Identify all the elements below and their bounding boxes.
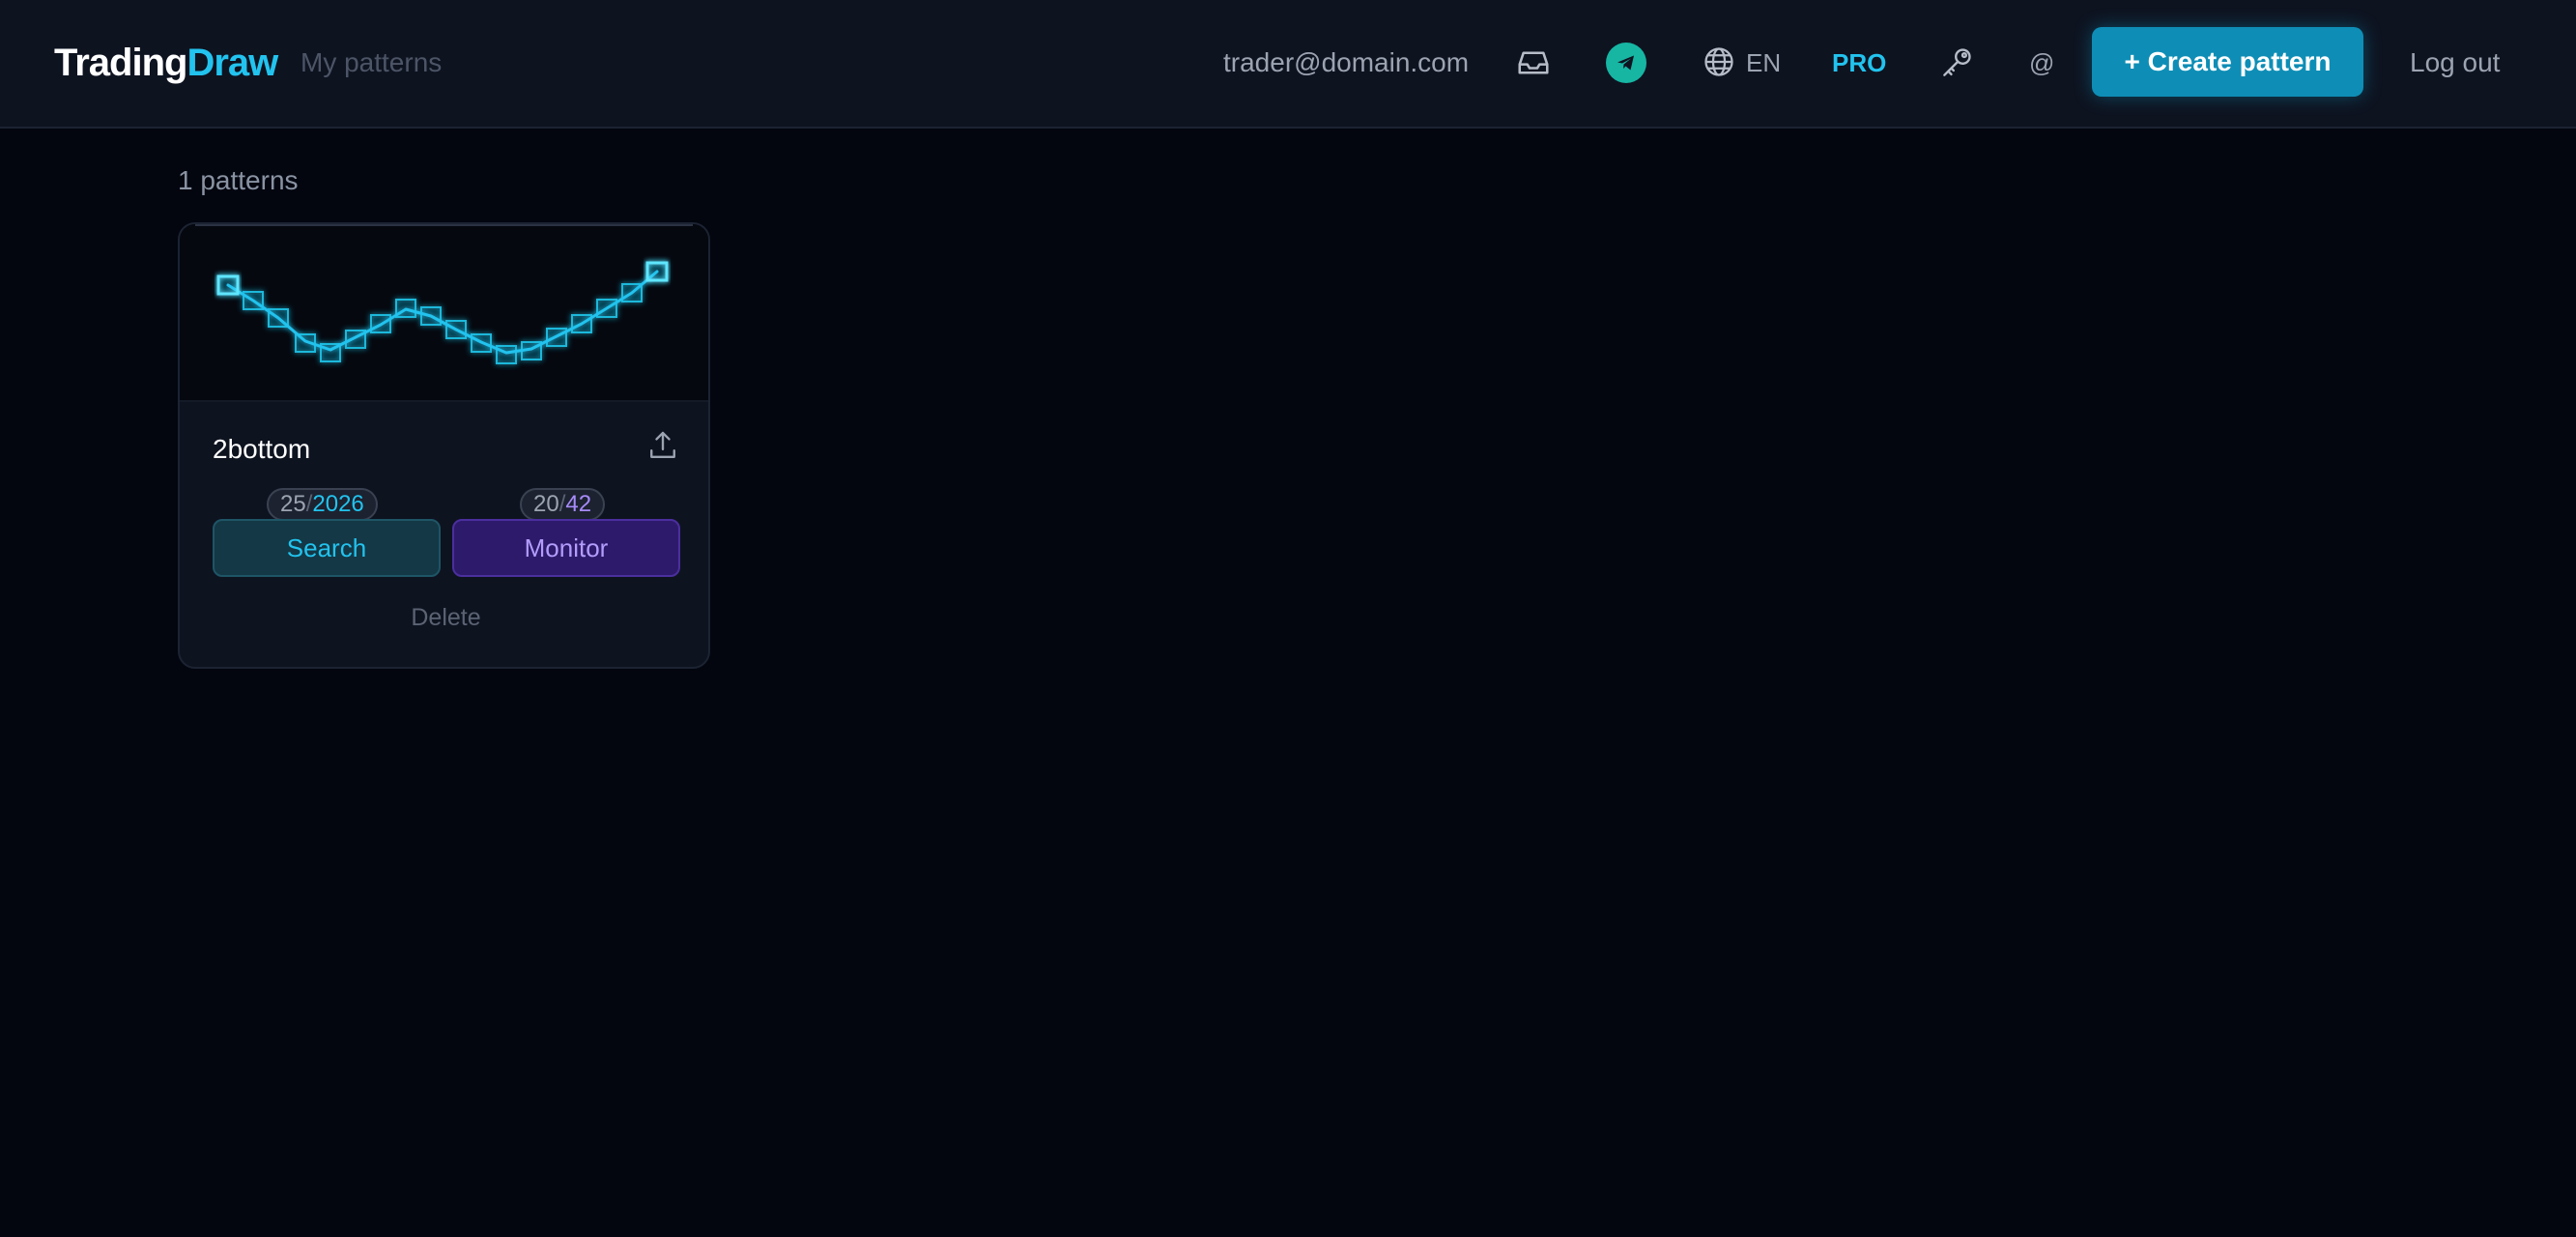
search-quota-badge: 25/2026 (267, 488, 378, 521)
at-button[interactable]: @ (2029, 44, 2054, 81)
create-pattern-button[interactable]: + Create pattern (2092, 27, 2363, 97)
card-top-divider (195, 224, 693, 226)
pattern-preview-chart (216, 261, 669, 364)
monitor-button[interactable]: Monitor (452, 519, 680, 577)
logo-text-draw: Draw (186, 42, 278, 84)
key-icon[interactable] (1936, 43, 1977, 83)
inbox-icon[interactable] (1513, 43, 1554, 83)
pattern-title: 2bottom (213, 434, 311, 464)
top-navigation-bar: TradingDraw My patterns trader@domain.co… (0, 0, 2576, 129)
user-email: trader@domain.com (1223, 47, 1470, 77)
logo[interactable]: TradingDraw (54, 37, 278, 89)
search-quota-total: 2026 (312, 491, 364, 517)
language-selector[interactable]: EN (1746, 44, 1781, 81)
logout-link[interactable]: Log out (2410, 44, 2500, 81)
share-icon[interactable] (647, 429, 678, 462)
search-quota-used: 25 (280, 491, 306, 517)
pattern-card: 2bottom 25/2026 20/42 Search Monitor Del… (178, 222, 710, 669)
globe-icon[interactable] (1701, 43, 1737, 80)
pattern-preview[interactable] (180, 224, 708, 402)
pro-badge[interactable]: PRO (1832, 44, 1886, 81)
monitor-quota-used: 20 (533, 491, 559, 517)
monitor-quota-total: 42 (565, 491, 592, 517)
logo-text-trading: Trading (54, 42, 187, 84)
nav-my-patterns[interactable]: My patterns (301, 44, 442, 81)
delete-button[interactable]: Delete (180, 601, 708, 634)
monitor-quota-badge: 20/42 (520, 488, 606, 521)
patterns-count: 1 patterns (178, 165, 299, 195)
telegram-icon[interactable] (1606, 43, 1646, 83)
search-button[interactable]: Search (213, 519, 441, 577)
